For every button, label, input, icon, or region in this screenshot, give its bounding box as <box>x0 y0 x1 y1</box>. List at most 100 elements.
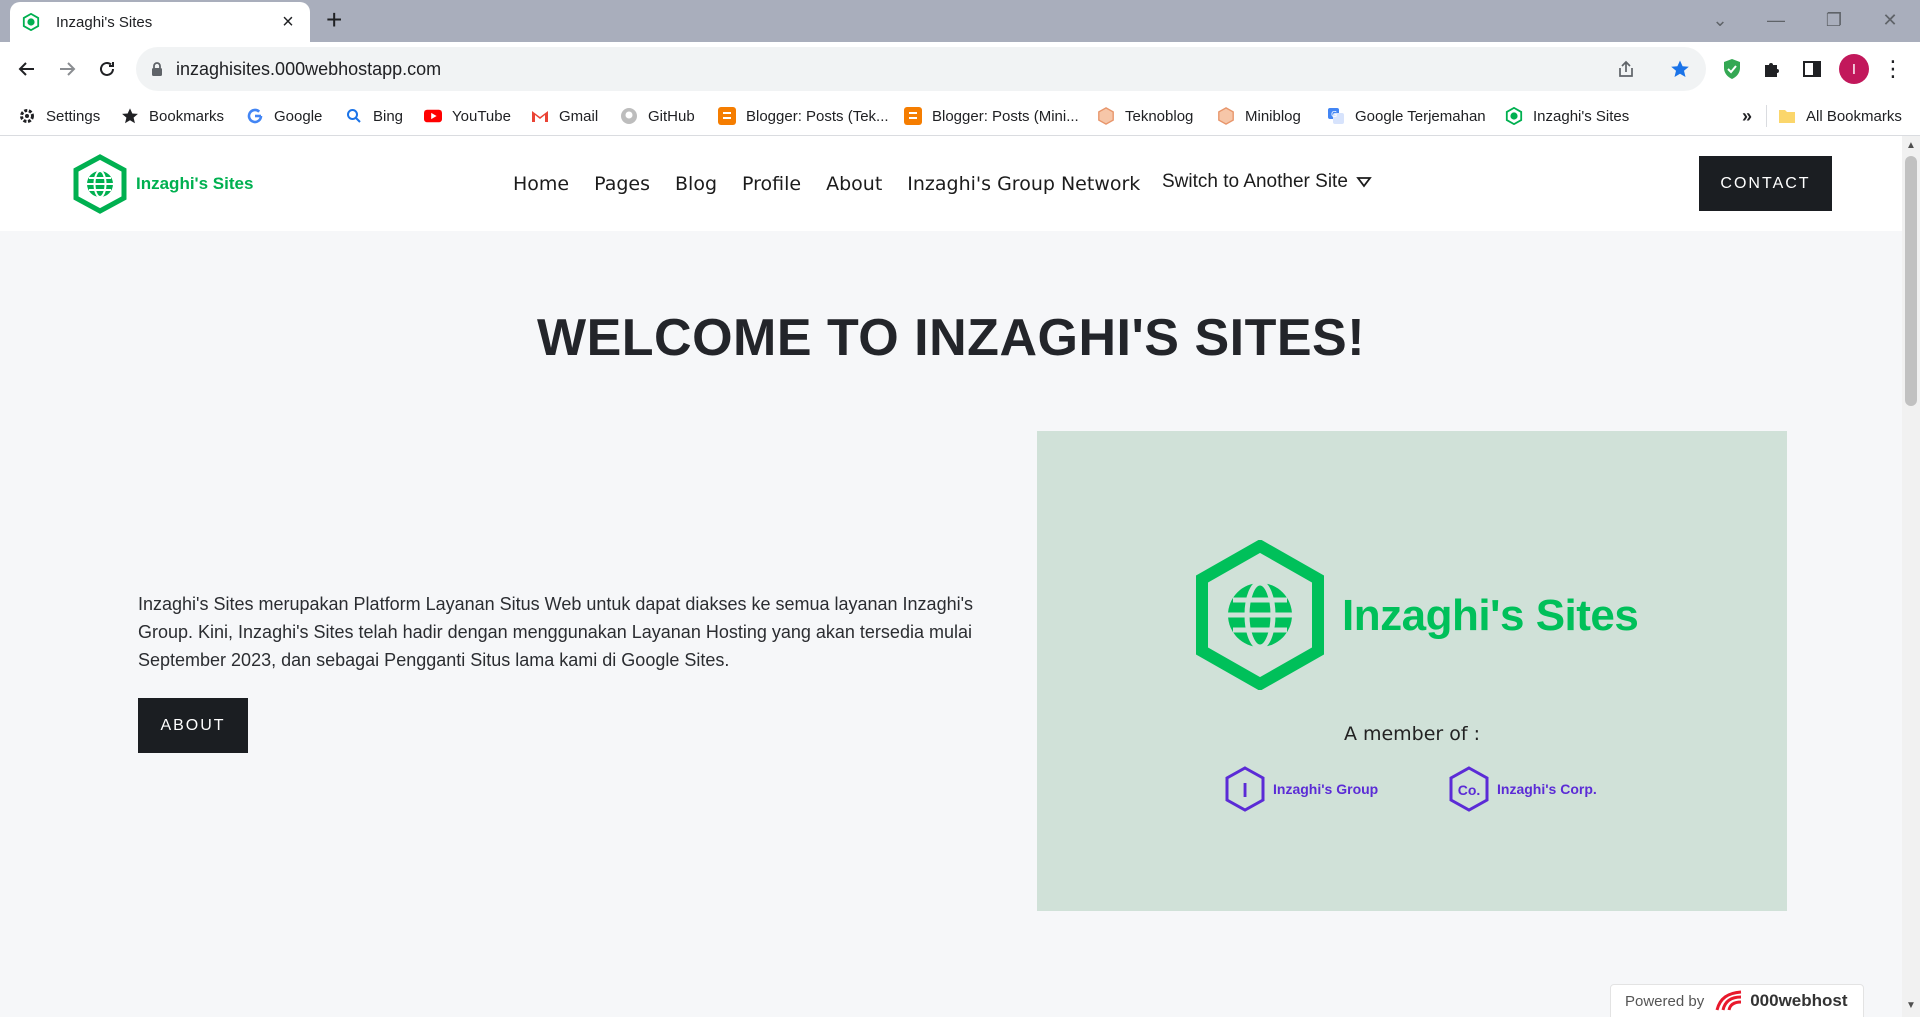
member-name: Inzaghi's Group <box>1273 781 1379 797</box>
extensions-puzzle-icon[interactable] <box>1757 54 1787 84</box>
bookmark-youtube[interactable]: YouTube <box>424 104 511 128</box>
bookmark-bookmarks[interactable]: Bookmarks <box>121 104 224 128</box>
bookmark-label: Bing <box>373 107 404 125</box>
bookmark-bing[interactable]: Bing <box>345 104 403 128</box>
page-title: WELCOME TO INZAGHI'S SITES! <box>536 309 1366 367</box>
folder-icon <box>1778 107 1796 125</box>
tab-title: Inzaghi's Sites <box>56 13 153 31</box>
bookmark-google-terjemahan[interactable]: G Google Terjemahan <box>1327 104 1486 128</box>
main-nav: Home Pages Blog Profile About Inzaghi's … <box>513 173 1165 195</box>
back-button[interactable] <box>12 54 42 84</box>
bookmark-label: Inzaghi's Sites <box>1533 107 1630 125</box>
bookmark-label: Miniblog <box>1245 107 1301 125</box>
search-icon <box>345 107 363 125</box>
star-icon <box>121 107 139 125</box>
bookmark-miniblog[interactable]: Miniblog <box>1217 104 1301 128</box>
web-page: Inzaghi's Sites Home Pages Blog Profile … <box>0 136 1902 1017</box>
promo-banner: Inzaghi's Sites A member of : I Inzaghi'… <box>1037 431 1787 911</box>
member-inzaghis-corp: Co. Inzaghi's Corp. <box>1447 765 1597 813</box>
switch-site-dropdown[interactable]: Switch to Another Site <box>1162 171 1372 193</box>
nav-blog[interactable]: Blog <box>675 173 717 195</box>
bookmark-inzaghis-sites[interactable]: Inzaghi's Sites <box>1505 104 1629 128</box>
translate-icon: G <box>1327 107 1345 125</box>
bookmark-blogger-mini[interactable]: Blogger: Posts (Mini... <box>904 104 1079 128</box>
scrollbar-thumb[interactable] <box>1905 156 1917 406</box>
svg-text:G: G <box>1331 110 1337 119</box>
share-icon[interactable] <box>1616 59 1636 84</box>
browser-tab-strip: Inzaghi's Sites × + ⌄ — ❐ ✕ <box>0 0 1920 42</box>
reload-button[interactable] <box>92 54 122 84</box>
new-tab-button[interactable]: + <box>326 6 342 34</box>
bookmark-label: GitHub <box>648 107 695 125</box>
member-of-label: A member of : <box>1343 723 1481 745</box>
google-icon <box>246 107 264 125</box>
bookmark-blogger-tek[interactable]: Blogger: Posts (Tek... <box>718 104 889 128</box>
page-scrollbar[interactable]: ▲ ▼ <box>1902 136 1920 1017</box>
member-inzaghis-group: I Inzaghi's Group <box>1223 765 1378 813</box>
scroll-down-arrow-icon[interactable]: ▼ <box>1902 1000 1920 1011</box>
minimize-button[interactable]: — <box>1756 6 1796 34</box>
arrow-right-icon <box>60 62 76 76</box>
all-bookmarks-folder[interactable]: All Bookmarks <box>1778 104 1902 128</box>
powered-by-label: Powered by <box>1625 992 1705 1010</box>
forward-button[interactable] <box>52 54 82 84</box>
scroll-up-arrow-icon[interactable]: ▲ <box>1902 140 1920 151</box>
bookmark-settings[interactable]: Settings <box>18 104 100 128</box>
profile-avatar[interactable]: I <box>1839 54 1869 84</box>
url-text: inzaghisites.000webhostapp.com <box>176 58 442 79</box>
youtube-icon <box>424 107 442 125</box>
switch-site-label: Switch to Another Site <box>1162 171 1348 192</box>
bookmark-star-icon[interactable] <box>1670 59 1690 84</box>
blogger-icon <box>904 107 922 125</box>
close-tab-icon[interactable]: × <box>278 12 298 32</box>
globe-hexagon-icon <box>73 154 127 214</box>
close-window-button[interactable]: ✕ <box>1870 6 1910 34</box>
lock-icon <box>152 62 162 76</box>
restore-button[interactable]: ❐ <box>1814 6 1854 34</box>
bookmark-github[interactable]: GitHub <box>620 104 695 128</box>
about-button[interactable]: ABOUT <box>138 698 248 753</box>
side-panel-icon[interactable] <box>1797 54 1827 84</box>
bookmark-label: Google <box>274 107 323 125</box>
browser-tab[interactable]: Inzaghi's Sites × <box>10 2 310 42</box>
github-icon <box>620 107 638 125</box>
bookmark-label: Gmail <box>559 107 599 125</box>
bookmarks-divider <box>1766 105 1767 127</box>
globe-hexagon-logo-icon <box>1196 540 1324 690</box>
nav-home[interactable]: Home <box>513 173 569 195</box>
bookmark-label: Bookmarks <box>149 107 225 125</box>
hexagon-icon <box>1097 107 1115 125</box>
nav-group-network[interactable]: Inzaghi's Group Network <box>907 173 1140 195</box>
menu-kebab-icon[interactable]: ⋮ <box>1878 54 1908 84</box>
member-name: Inzaghi's Corp. <box>1497 781 1597 797</box>
bookmark-label: Google Terjemahan <box>1355 107 1486 125</box>
intro-paragraph: Inzaghi's Sites merupakan Platform Layan… <box>138 594 974 670</box>
nav-about[interactable]: About <box>826 173 882 195</box>
member-badge-letter: Co. <box>1458 782 1481 798</box>
address-bar[interactable]: inzaghisites.000webhostapp.com <box>136 47 1706 91</box>
powered-by-brand: 000webhost <box>1750 991 1848 1010</box>
bookmarks-overflow-button[interactable]: » <box>1742 104 1752 128</box>
globe-icon <box>22 13 40 31</box>
contact-button[interactable]: CONTACT <box>1699 156 1832 211</box>
bookmark-label: All Bookmarks <box>1806 107 1902 125</box>
bookmarks-bar: Settings Bookmarks Google Bing YouTube G… <box>0 96 1920 136</box>
hexagon-badge-icon: I <box>1225 766 1265 812</box>
promo-brand-name: Inzaghi's Sites <box>1342 591 1639 640</box>
shield-extension-icon[interactable] <box>1717 54 1747 84</box>
bookmark-teknoblog[interactable]: Teknoblog <box>1097 104 1193 128</box>
bookmark-label: Teknoblog <box>1125 107 1194 125</box>
site-logo[interactable]: Inzaghi's Sites <box>72 154 253 214</box>
bookmark-label: Settings <box>46 107 101 125</box>
nav-pages[interactable]: Pages <box>594 173 650 195</box>
tab-search-icon[interactable]: ⌄ <box>1700 6 1740 34</box>
bookmark-google[interactable]: Google <box>246 104 322 128</box>
bookmark-label: Blogger: Posts (Mini... <box>932 107 1079 125</box>
bookmark-gmail[interactable]: Gmail <box>531 104 598 128</box>
hexagon-badge-icon: Co. <box>1449 766 1489 812</box>
gmail-icon <box>531 107 549 125</box>
reload-icon <box>100 61 114 76</box>
nav-profile[interactable]: Profile <box>742 173 801 195</box>
bookmark-label: YouTube <box>452 107 511 125</box>
powered-by-badge[interactable]: Powered by 000webhost <box>1610 984 1864 1017</box>
